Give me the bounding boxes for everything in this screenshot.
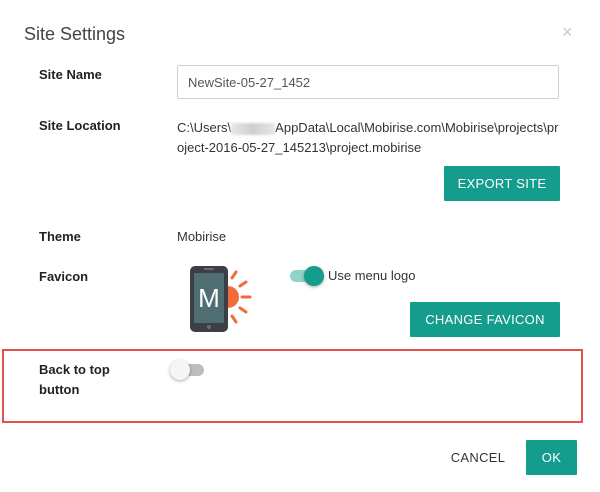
redacted-username — [231, 122, 276, 135]
back-to-top-toggle[interactable] — [170, 360, 206, 380]
use-menu-logo-toggle[interactable] — [288, 266, 324, 286]
site-location-label: Site Location — [39, 118, 121, 133]
cancel-button[interactable]: CANCEL — [446, 440, 510, 475]
favicon-label: Favicon — [39, 269, 89, 284]
toggle-knob — [304, 266, 324, 286]
theme-value: Mobirise — [177, 229, 227, 244]
highlight-box — [2, 349, 583, 423]
change-favicon-button[interactable]: CHANGE FAVICON — [410, 302, 560, 337]
site-location-path: C:\Users\ AppData\Local\Mobirise.com\Mobi… — [177, 118, 562, 158]
favicon-letter: M — [198, 283, 220, 313]
back-to-top-label-line1: Back to top — [39, 362, 110, 377]
site-name-input[interactable] — [177, 65, 559, 99]
favicon-phone-icon: M — [190, 266, 252, 332]
dialog-title: Site Settings — [24, 24, 126, 44]
site-name-label: Site Name — [39, 67, 102, 82]
use-menu-logo-label: Use menu logo — [328, 268, 416, 283]
export-site-button[interactable]: EXPORT SITE — [444, 166, 560, 201]
path-prefix: C:\Users\ — [177, 120, 232, 135]
close-icon[interactable]: × — [562, 22, 573, 42]
back-to-top-label-line2: button — [39, 382, 80, 397]
toggle-knob — [170, 360, 190, 380]
ok-button[interactable]: OK — [526, 440, 577, 475]
theme-label: Theme — [39, 229, 81, 244]
